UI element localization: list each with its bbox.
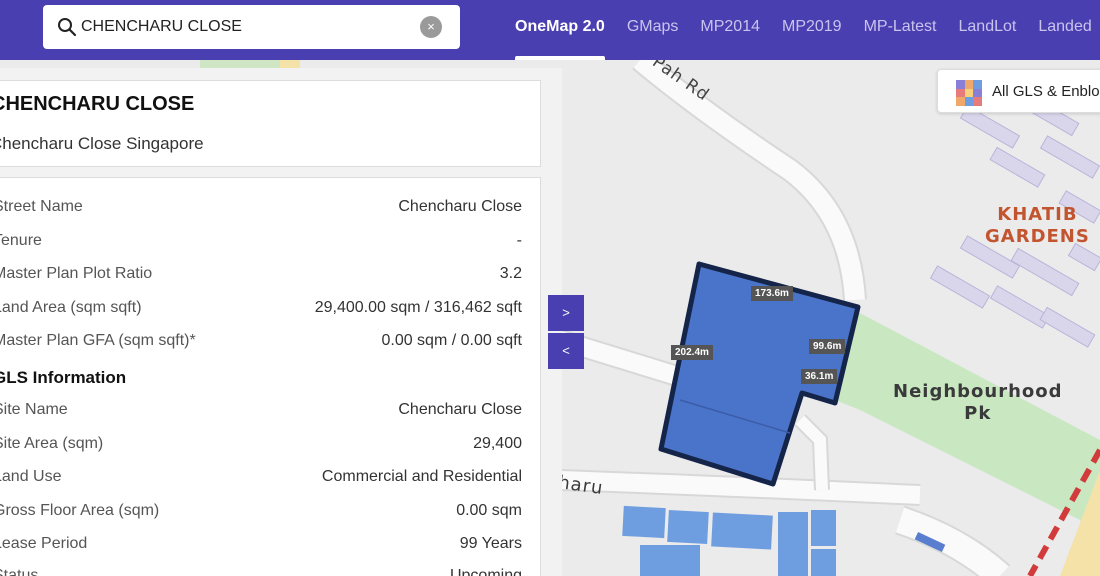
gls-row: Gross Floor Area (sqm) 0.00 sqm	[0, 502, 522, 526]
measurement-label: 99.6m	[809, 339, 846, 354]
gls-key: Gross Floor Area (sqm)	[0, 502, 160, 519]
area-label-park: Neighbourhood Pk	[893, 381, 1063, 425]
tab-mp-latest[interactable]: MP-Latest	[853, 0, 948, 60]
gls-section-heading: GLS Information	[0, 368, 127, 387]
gls-value: 29,400	[473, 435, 522, 452]
search-icon	[58, 18, 77, 37]
gls-value: Upcoming	[449, 567, 522, 576]
detail-key: Master Plan GFA (sqm sqft)*	[0, 332, 196, 349]
gls-key: Status	[0, 567, 39, 576]
measurement-label: 173.6m	[751, 286, 793, 301]
gls-value: Commercial and Residential	[321, 468, 522, 485]
gls-key: Land Use	[0, 468, 62, 485]
gls-key: Site Name	[0, 401, 68, 418]
tab-landed[interactable]: Landed	[1027, 0, 1100, 60]
area-label-line: KHATIB	[997, 204, 1078, 225]
detail-row: Master Plan Plot Ratio 3.2	[0, 265, 522, 289]
gls-value: 99 Years	[459, 535, 522, 552]
area-label-line: GARDENS	[985, 226, 1090, 247]
detail-value: 29,400.00 sqm / 316,462 sqft	[314, 299, 522, 316]
top-bar: × OneMap 2.0 GMaps MP2014 MP2019 MP-Late…	[0, 0, 1100, 60]
map-source-tabs: OneMap 2.0 GMaps MP2014 MP2019 MP-Latest…	[515, 0, 1100, 60]
detail-row: Land Area (sqm sqft) 29,400.00 sqm / 316…	[0, 299, 522, 323]
site-address: Chencharu Close Singapore	[0, 134, 204, 153]
site-info-panel: CHENCHARU CLOSE Chencharu Close Singapor…	[0, 68, 562, 576]
layer-selector-button[interactable]: All GLS & Enblo	[937, 69, 1100, 113]
expand-panel-button[interactable]: >	[548, 295, 584, 331]
gls-value: 0.00 sqm	[456, 502, 522, 519]
detail-key: Tenure	[0, 232, 42, 249]
clear-search-button[interactable]: ×	[420, 16, 442, 38]
detail-value: 0.00 sqm / 0.00 sqft	[381, 332, 522, 349]
gls-key: Lease Period	[0, 535, 88, 552]
tab-mp2014[interactable]: MP2014	[689, 0, 771, 60]
gls-row: Land Use Commercial and Residential	[0, 468, 522, 492]
detail-value: -	[516, 232, 522, 249]
detail-value: 3.2	[499, 265, 522, 282]
detail-row: Street Name Chencharu Close	[0, 198, 522, 222]
tab-mp2019[interactable]: MP2019	[771, 0, 853, 60]
layer-selector-label: All GLS & Enblo	[992, 83, 1100, 100]
gls-row: Site Name Chencharu Close	[0, 401, 522, 425]
gls-key: Site Area (sqm)	[0, 435, 104, 452]
tab-gmaps[interactable]: GMaps	[616, 0, 690, 60]
detail-key: Master Plan Plot Ratio	[0, 265, 153, 282]
layers-icon	[956, 80, 982, 106]
area-label-khatib-gardens: KHATIB GARDENS	[985, 204, 1090, 248]
collapse-panel-button[interactable]: <	[548, 333, 584, 369]
measurement-label: 202.4m	[671, 345, 713, 360]
area-label-line: Pk	[964, 403, 992, 424]
site-title-card: CHENCHARU CLOSE Chencharu Close Singapor…	[0, 80, 541, 167]
measurement-label: 36.1m	[801, 369, 838, 384]
detail-key: Street Name	[0, 198, 83, 215]
tab-onemap[interactable]: OneMap 2.0	[515, 0, 616, 60]
site-title: CHENCHARU CLOSE	[0, 93, 195, 115]
area-label-line: Neighbourhood	[893, 381, 1063, 402]
site-details-card: Street Name Chencharu Close Tenure - Mas…	[0, 177, 541, 576]
detail-value: Chencharu Close	[398, 198, 522, 215]
detail-row: Tenure -	[0, 232, 522, 256]
search-input[interactable]	[81, 14, 411, 40]
detail-row: Master Plan GFA (sqm sqft)* 0.00 sqm / 0…	[0, 332, 522, 356]
gls-row: Lease Period 99 Years	[0, 535, 522, 559]
tab-landlot[interactable]: LandLot	[948, 0, 1028, 60]
gls-value: Chencharu Close	[398, 401, 522, 418]
detail-key: Land Area (sqm sqft)	[0, 299, 142, 316]
gls-row: Site Area (sqm) 29,400	[0, 435, 522, 459]
gls-row: Status Upcoming	[0, 567, 522, 576]
search-box[interactable]: ×	[43, 5, 460, 49]
